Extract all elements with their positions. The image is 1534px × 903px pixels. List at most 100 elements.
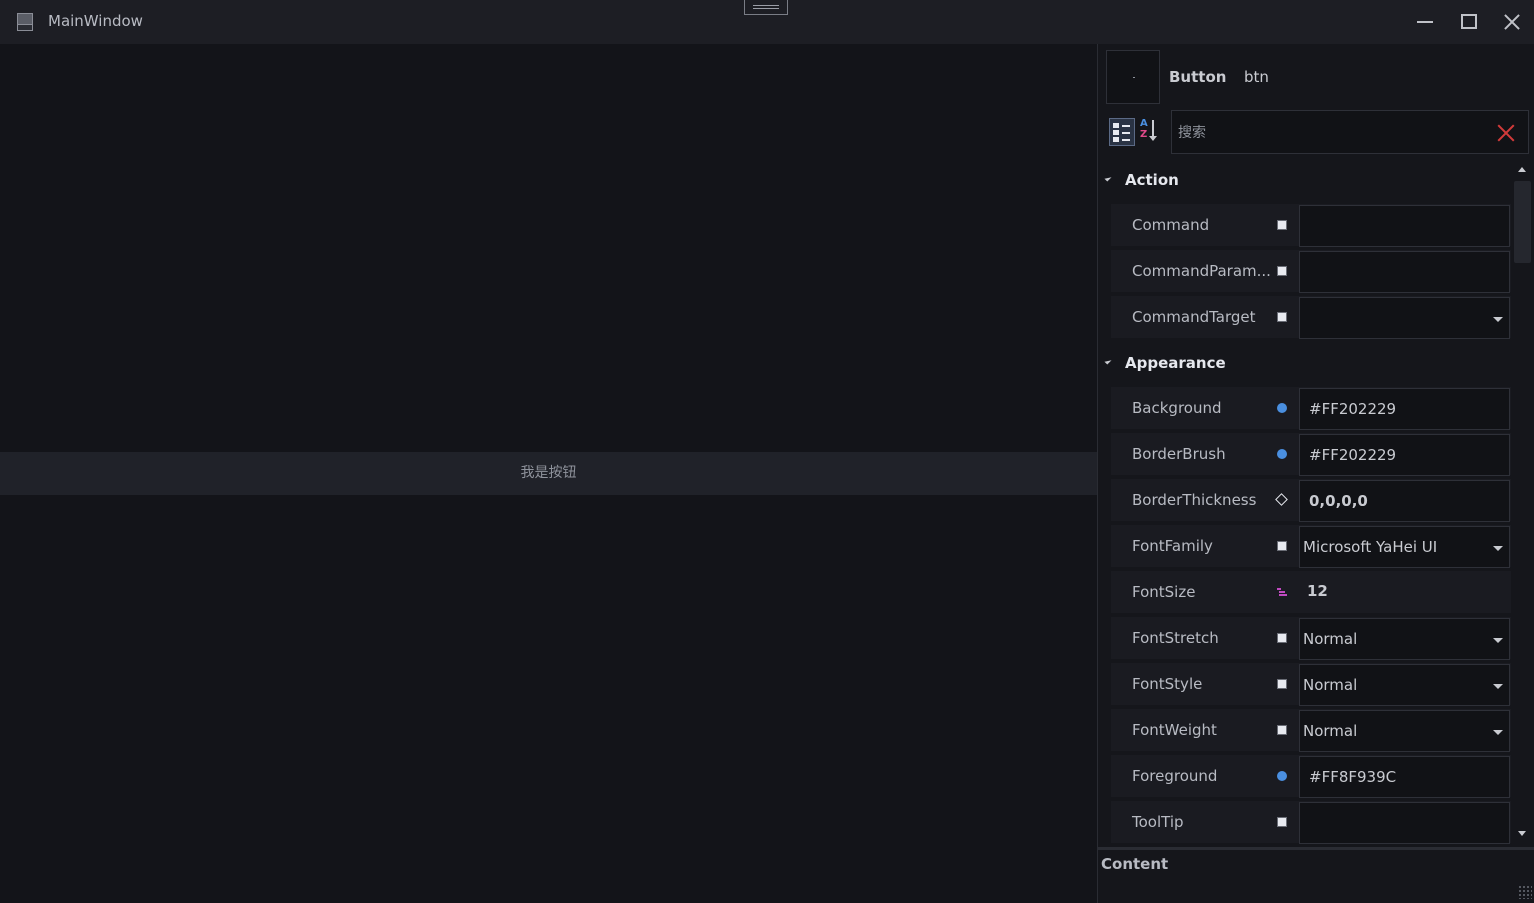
- property-row: BorderBrush #FF202229: [1111, 433, 1511, 477]
- category-name: Appearance: [1125, 354, 1226, 372]
- property-value: #FF202229: [1309, 400, 1397, 418]
- property-combobox[interactable]: Microsoft YaHei UI: [1299, 526, 1510, 568]
- property-name: CommandTarget: [1132, 308, 1256, 326]
- category-action[interactable]: Action: [1098, 160, 1511, 198]
- close-button[interactable]: [1490, 0, 1534, 44]
- collapse-triangle-icon[interactable]: [1104, 357, 1112, 365]
- local-value-marker-icon[interactable]: [1277, 220, 1287, 230]
- property-row: FontFamily Microsoft YaHei UI: [1111, 525, 1511, 569]
- property-row: FontStretch Normal: [1111, 617, 1511, 661]
- property-value: Normal: [1303, 630, 1358, 648]
- local-value-marker-icon[interactable]: [1277, 633, 1287, 643]
- scroll-thumb[interactable]: [1514, 181, 1531, 263]
- maximize-button[interactable]: [1447, 0, 1491, 44]
- minimize-icon: [1417, 21, 1433, 23]
- local-value-marker-icon[interactable]: [1277, 679, 1287, 689]
- demo-button[interactable]: 我是按钮: [0, 452, 1097, 495]
- control-preview: [1106, 50, 1160, 104]
- property-value: 0,0,0,0: [1309, 492, 1368, 510]
- property-value: #FF8F939C: [1309, 768, 1397, 786]
- dropdown-arrow-icon[interactable]: [1493, 638, 1503, 643]
- alphabetical-sort-icon[interactable]: AZ: [1140, 118, 1160, 144]
- clear-search-icon[interactable]: [1496, 123, 1516, 143]
- property-name: FontSize: [1132, 583, 1196, 601]
- local-value-marker-icon[interactable]: [1277, 541, 1287, 551]
- property-textbox[interactable]: #FF202229: [1299, 434, 1510, 476]
- app-window-icon: [17, 13, 33, 31]
- property-row: FontWeight Normal: [1111, 709, 1511, 753]
- property-row: CommandTarget: [1111, 296, 1511, 340]
- property-combobox[interactable]: Normal: [1299, 664, 1510, 706]
- maximize-icon: [1461, 14, 1477, 29]
- property-row: FontSize 12: [1111, 571, 1511, 615]
- style-setter-marker-icon[interactable]: [1277, 587, 1287, 597]
- property-name: FontWeight: [1132, 721, 1217, 739]
- property-name: FontStyle: [1132, 675, 1203, 693]
- window-title: MainWindow: [48, 12, 143, 30]
- description-title: Content: [1101, 855, 1169, 873]
- property-textbox[interactable]: 0,0,0,0: [1299, 480, 1510, 522]
- property-name: CommandParam...: [1132, 262, 1271, 280]
- local-value-marker-icon[interactable]: [1277, 725, 1287, 735]
- property-row: Command: [1111, 204, 1511, 248]
- sort-mode-toolbar: AZ: [1109, 118, 1161, 146]
- property-grid-panel: Button btn AZ Action Command CommandParam.…: [1097, 44, 1534, 903]
- property-textbox[interactable]: #FF8F939C: [1299, 756, 1510, 798]
- local-value-marker-icon[interactable]: [1277, 817, 1287, 827]
- property-row: Background #FF202229: [1111, 387, 1511, 431]
- scroll-down-icon[interactable]: [1518, 831, 1526, 836]
- scroll-up-icon[interactable]: [1518, 167, 1526, 172]
- property-textbox[interactable]: [1299, 251, 1510, 293]
- property-search-input[interactable]: [1178, 121, 1478, 145]
- control-type-label: Button: [1169, 68, 1227, 86]
- property-row: Foreground #FF8F939C: [1111, 755, 1511, 799]
- property-name: FontFamily: [1132, 537, 1213, 555]
- property-search-box[interactable]: [1171, 110, 1529, 154]
- local-value-marker-icon[interactable]: [1277, 312, 1287, 322]
- property-combobox[interactable]: [1299, 297, 1510, 339]
- dropdown-arrow-icon[interactable]: [1493, 317, 1503, 322]
- property-name: BorderBrush: [1132, 445, 1226, 463]
- control-name-label: btn: [1244, 68, 1269, 86]
- category-name: Action: [1125, 171, 1179, 189]
- property-name: Foreground: [1132, 767, 1218, 785]
- property-value: Microsoft YaHei UI: [1303, 538, 1438, 556]
- property-name: FontStretch: [1132, 629, 1219, 647]
- property-textbox[interactable]: #FF202229: [1299, 388, 1510, 430]
- title-bar[interactable]: MainWindow: [0, 0, 1534, 44]
- property-value: Normal: [1303, 722, 1358, 740]
- collapse-triangle-icon[interactable]: [1104, 174, 1112, 182]
- dropdown-arrow-icon[interactable]: [1493, 730, 1503, 735]
- property-name: Command: [1132, 216, 1210, 234]
- property-textbox[interactable]: [1299, 205, 1510, 247]
- local-value-marker-icon[interactable]: [1277, 266, 1287, 276]
- property-row: CommandParam...: [1111, 250, 1511, 294]
- property-textbox[interactable]: [1299, 802, 1510, 844]
- property-value: #FF202229: [1309, 446, 1397, 464]
- resource-marker-icon[interactable]: [1277, 403, 1287, 413]
- resize-grip-icon[interactable]: [1518, 885, 1532, 899]
- resource-marker-icon[interactable]: [1277, 771, 1287, 781]
- dropdown-arrow-icon[interactable]: [1493, 546, 1503, 551]
- dropdown-arrow-icon[interactable]: [1493, 684, 1503, 689]
- property-value[interactable]: 12: [1307, 582, 1328, 600]
- property-scrollbar[interactable]: [1511, 159, 1534, 847]
- property-value: Normal: [1303, 676, 1358, 694]
- property-row: ToolTip: [1111, 801, 1511, 845]
- property-list: Action Command CommandParam... CommandTarge…: [1098, 159, 1521, 847]
- description-splitter[interactable]: [1098, 847, 1534, 850]
- main-canvas: 我是按钮: [0, 44, 1097, 903]
- resource-marker-icon[interactable]: [1277, 449, 1287, 459]
- property-name: Background: [1132, 399, 1222, 417]
- property-name: BorderThickness: [1132, 491, 1257, 509]
- categorized-view-icon[interactable]: [1109, 118, 1135, 146]
- property-combobox[interactable]: Normal: [1299, 710, 1510, 752]
- default-value-marker-icon[interactable]: [1275, 493, 1288, 506]
- minimize-button[interactable]: [1403, 0, 1447, 44]
- drag-handle-icon[interactable]: [744, 0, 788, 15]
- property-combobox[interactable]: Normal: [1299, 618, 1510, 660]
- category-appearance[interactable]: Appearance: [1098, 343, 1511, 381]
- property-row: BorderThickness 0,0,0,0: [1111, 479, 1511, 523]
- property-name: ToolTip: [1132, 813, 1184, 831]
- property-row: FontStyle Normal: [1111, 663, 1511, 707]
